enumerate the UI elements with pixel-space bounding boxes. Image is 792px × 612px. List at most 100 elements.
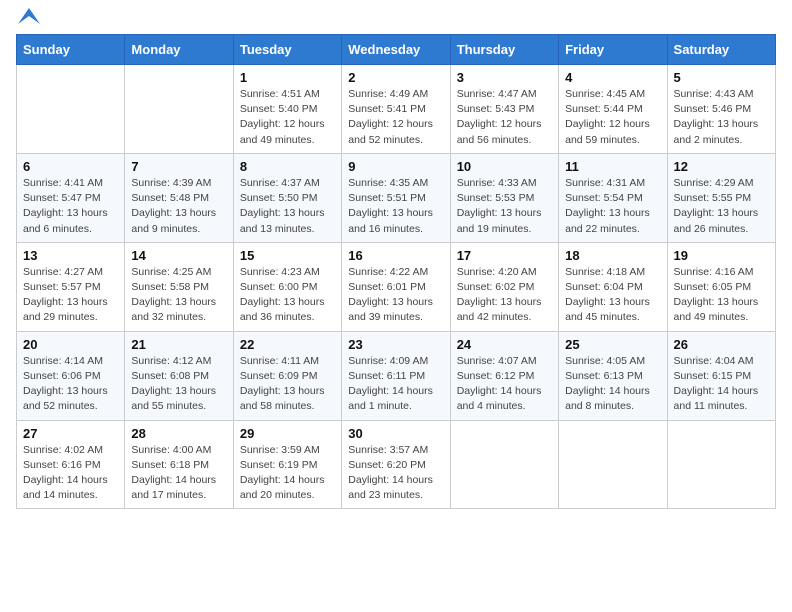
day-number: 18 <box>565 248 660 263</box>
day-number: 23 <box>348 337 443 352</box>
calendar-table: SundayMondayTuesdayWednesdayThursdayFrid… <box>16 34 776 509</box>
day-number: 4 <box>565 70 660 85</box>
day-detail: Sunrise: 4:51 AM Sunset: 5:40 PM Dayligh… <box>240 87 335 148</box>
calendar-cell: 16 Sunrise: 4:22 AM Sunset: 6:01 PM Dayli… <box>342 242 450 331</box>
calendar-cell: 19Sunrise: 4:16 AM Sunset: 6:05 PM Dayli… <box>667 242 775 331</box>
day-detail: Sunrise: 4:12 AM Sunset: 6:08 PM Dayligh… <box>131 354 226 415</box>
day-detail: Sunrise: 4:33 AM Sunset: 5:53 PM Dayligh… <box>457 176 552 237</box>
day-number: 29 <box>240 426 335 441</box>
calendar-cell: 17 Sunrise: 4:20 AM Sunset: 6:02 PM Dayli… <box>450 242 558 331</box>
day-number: 10 <box>457 159 552 174</box>
day-number: 20 <box>23 337 118 352</box>
calendar-cell: 14 Sunrise: 4:25 AM Sunset: 5:58 PM Dayli… <box>125 242 233 331</box>
day-number: 14 <box>131 248 226 263</box>
calendar-cell <box>125 65 233 154</box>
day-detail: Sunrise: 4:04 AM Sunset: 6:15 PM Dayligh… <box>674 354 769 415</box>
day-detail: Sunrise: 4:05 AM Sunset: 6:13 PM Dayligh… <box>565 354 660 415</box>
calendar-cell: 20 Sunrise: 4:14 AM Sunset: 6:06 PM Dayli… <box>17 331 125 420</box>
calendar-header-monday: Monday <box>125 35 233 65</box>
day-number: 24 <box>457 337 552 352</box>
calendar-header-thursday: Thursday <box>450 35 558 65</box>
calendar-cell <box>559 420 667 509</box>
day-number: 21 <box>131 337 226 352</box>
day-number: 30 <box>348 426 443 441</box>
calendar-cell <box>450 420 558 509</box>
calendar-cell: 4 Sunrise: 4:45 AM Sunset: 5:44 PM Daylig… <box>559 65 667 154</box>
day-detail: Sunrise: 4:45 AM Sunset: 5:44 PM Dayligh… <box>565 87 660 148</box>
day-number: 17 <box>457 248 552 263</box>
day-detail: Sunrise: 4:18 AM Sunset: 6:04 PM Dayligh… <box>565 265 660 326</box>
calendar-cell: 22 Sunrise: 4:11 AM Sunset: 6:09 PM Dayli… <box>233 331 341 420</box>
calendar-cell: 10 Sunrise: 4:33 AM Sunset: 5:53 PM Dayli… <box>450 153 558 242</box>
calendar-header-sunday: Sunday <box>17 35 125 65</box>
day-detail: Sunrise: 4:20 AM Sunset: 6:02 PM Dayligh… <box>457 265 552 326</box>
day-detail: Sunrise: 4:41 AM Sunset: 5:47 PM Dayligh… <box>23 176 118 237</box>
day-detail: Sunrise: 4:47 AM Sunset: 5:43 PM Dayligh… <box>457 87 552 148</box>
day-number: 8 <box>240 159 335 174</box>
calendar-cell: 5Sunrise: 4:43 AM Sunset: 5:46 PM Daylig… <box>667 65 775 154</box>
calendar-cell <box>667 420 775 509</box>
day-detail: Sunrise: 4:07 AM Sunset: 6:12 PM Dayligh… <box>457 354 552 415</box>
logo-bird-icon <box>18 8 40 24</box>
calendar-cell: 11 Sunrise: 4:31 AM Sunset: 5:54 PM Dayli… <box>559 153 667 242</box>
day-detail: Sunrise: 4:35 AM Sunset: 5:51 PM Dayligh… <box>348 176 443 237</box>
day-detail: Sunrise: 4:00 AM Sunset: 6:18 PM Dayligh… <box>131 443 226 504</box>
day-number: 1 <box>240 70 335 85</box>
day-detail: Sunrise: 4:14 AM Sunset: 6:06 PM Dayligh… <box>23 354 118 415</box>
day-detail: Sunrise: 4:22 AM Sunset: 6:01 PM Dayligh… <box>348 265 443 326</box>
day-detail: Sunrise: 4:23 AM Sunset: 6:00 PM Dayligh… <box>240 265 335 326</box>
day-detail: Sunrise: 4:31 AM Sunset: 5:54 PM Dayligh… <box>565 176 660 237</box>
day-number: 2 <box>348 70 443 85</box>
calendar-header-wednesday: Wednesday <box>342 35 450 65</box>
calendar-week-row: 1 Sunrise: 4:51 AM Sunset: 5:40 PM Daylig… <box>17 65 776 154</box>
calendar-header-friday: Friday <box>559 35 667 65</box>
day-detail: Sunrise: 4:43 AM Sunset: 5:46 PM Dayligh… <box>674 87 769 148</box>
calendar-week-row: 27 Sunrise: 4:02 AM Sunset: 6:16 PM Dayli… <box>17 420 776 509</box>
day-detail: Sunrise: 4:37 AM Sunset: 5:50 PM Dayligh… <box>240 176 335 237</box>
day-number: 7 <box>131 159 226 174</box>
day-detail: Sunrise: 4:29 AM Sunset: 5:55 PM Dayligh… <box>674 176 769 237</box>
day-number: 15 <box>240 248 335 263</box>
calendar-cell: 3 Sunrise: 4:47 AM Sunset: 5:43 PM Daylig… <box>450 65 558 154</box>
logo <box>16 16 40 24</box>
calendar-cell: 15 Sunrise: 4:23 AM Sunset: 6:00 PM Dayli… <box>233 242 341 331</box>
calendar-cell: 21 Sunrise: 4:12 AM Sunset: 6:08 PM Dayli… <box>125 331 233 420</box>
header <box>16 16 776 24</box>
day-detail: Sunrise: 4:11 AM Sunset: 6:09 PM Dayligh… <box>240 354 335 415</box>
day-number: 26 <box>674 337 769 352</box>
calendar-cell: 18 Sunrise: 4:18 AM Sunset: 6:04 PM Dayli… <box>559 242 667 331</box>
day-number: 28 <box>131 426 226 441</box>
day-detail: Sunrise: 4:09 AM Sunset: 6:11 PM Dayligh… <box>348 354 443 415</box>
day-number: 3 <box>457 70 552 85</box>
day-number: 9 <box>348 159 443 174</box>
day-number: 19 <box>674 248 769 263</box>
day-number: 16 <box>348 248 443 263</box>
calendar-cell: 25Sunrise: 4:05 AM Sunset: 6:13 PM Dayli… <box>559 331 667 420</box>
day-detail: Sunrise: 4:25 AM Sunset: 5:58 PM Dayligh… <box>131 265 226 326</box>
calendar-week-row: 6Sunrise: 4:41 AM Sunset: 5:47 PM Daylig… <box>17 153 776 242</box>
day-detail: Sunrise: 4:27 AM Sunset: 5:57 PM Dayligh… <box>23 265 118 326</box>
day-number: 27 <box>23 426 118 441</box>
calendar-cell: 24 Sunrise: 4:07 AM Sunset: 6:12 PM Dayli… <box>450 331 558 420</box>
day-detail: Sunrise: 4:02 AM Sunset: 6:16 PM Dayligh… <box>23 443 118 504</box>
day-number: 22 <box>240 337 335 352</box>
day-detail: Sunrise: 4:49 AM Sunset: 5:41 PM Dayligh… <box>348 87 443 148</box>
calendar-body: 1 Sunrise: 4:51 AM Sunset: 5:40 PM Daylig… <box>17 65 776 509</box>
calendar-cell: 6Sunrise: 4:41 AM Sunset: 5:47 PM Daylig… <box>17 153 125 242</box>
calendar-cell: 9 Sunrise: 4:35 AM Sunset: 5:51 PM Daylig… <box>342 153 450 242</box>
calendar-cell <box>17 65 125 154</box>
calendar-cell: 8 Sunrise: 4:37 AM Sunset: 5:50 PM Daylig… <box>233 153 341 242</box>
calendar-cell: 30 Sunrise: 3:57 AM Sunset: 6:20 PM Dayli… <box>342 420 450 509</box>
calendar-cell: 13 Sunrise: 4:27 AM Sunset: 5:57 PM Dayli… <box>17 242 125 331</box>
calendar-header-tuesday: Tuesday <box>233 35 341 65</box>
calendar-cell: 23 Sunrise: 4:09 AM Sunset: 6:11 PM Dayli… <box>342 331 450 420</box>
day-number: 11 <box>565 159 660 174</box>
calendar-cell: 26 Sunrise: 4:04 AM Sunset: 6:15 PM Dayli… <box>667 331 775 420</box>
day-number: 12 <box>674 159 769 174</box>
calendar-cell: 29Sunrise: 3:59 AM Sunset: 6:19 PM Dayli… <box>233 420 341 509</box>
day-detail: Sunrise: 3:57 AM Sunset: 6:20 PM Dayligh… <box>348 443 443 504</box>
day-number: 13 <box>23 248 118 263</box>
calendar-cell: 27 Sunrise: 4:02 AM Sunset: 6:16 PM Dayli… <box>17 420 125 509</box>
calendar-week-row: 20 Sunrise: 4:14 AM Sunset: 6:06 PM Dayli… <box>17 331 776 420</box>
calendar-cell: 7Sunrise: 4:39 AM Sunset: 5:48 PM Daylig… <box>125 153 233 242</box>
